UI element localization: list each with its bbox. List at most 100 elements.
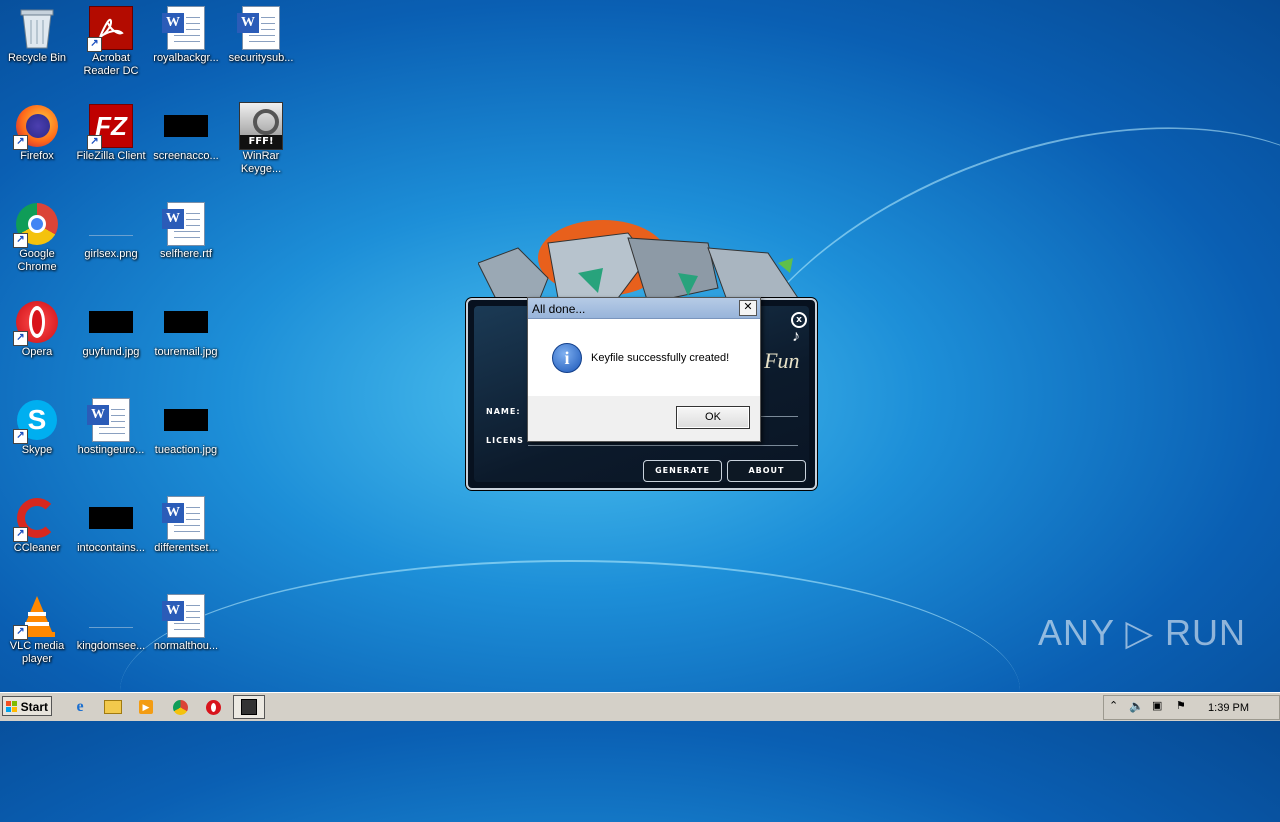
- action-center-flag-icon[interactable]: ⚑: [1176, 699, 1186, 712]
- shortcut-arrow-icon: ↗: [13, 233, 28, 248]
- desktop-icon-label: touremail.jpg: [154, 346, 218, 358]
- word-doc-icon: W: [162, 6, 208, 50]
- image-thumb-icon: [164, 300, 208, 344]
- message-dialog: All done... ✕ i Keyfile successfully cre…: [527, 297, 761, 442]
- image-thumb-icon: [164, 398, 208, 442]
- winrar-keygen-icon: FFF!: [239, 102, 283, 150]
- info-icon: i: [552, 343, 582, 373]
- shortcut-arrow-icon: ↗: [13, 625, 28, 640]
- vlc-icon: ↗: [13, 594, 59, 640]
- dialog-close-button[interactable]: ✕: [739, 300, 757, 316]
- explorer-folder-icon[interactable]: [103, 697, 123, 717]
- shortcut-arrow-icon: ↗: [13, 331, 28, 346]
- dialog-title: All done...: [532, 302, 586, 316]
- desktop-icon-intocontains[interactable]: intocontains...: [74, 490, 148, 555]
- windows-flag-icon: [6, 701, 17, 712]
- ok-button[interactable]: OK: [676, 406, 750, 429]
- desktop-icon-ccleaner[interactable]: ↗ CCleaner: [0, 490, 74, 555]
- desktop-icon-securitysub[interactable]: W securitysub...: [224, 0, 298, 65]
- shortcut-arrow-icon: ↗: [13, 527, 28, 542]
- anyrun-watermark: ANY ▷ RUN: [1038, 612, 1247, 653]
- desktop-icon-label: VLC media player: [9, 640, 65, 665]
- desktop-icon-acrobat[interactable]: ↗ Acrobat Reader DC: [74, 0, 148, 78]
- opera-taskbar-icon[interactable]: [203, 697, 223, 717]
- shortcut-arrow-icon: ↗: [87, 135, 102, 150]
- keygen-name-label: NAME:: [486, 407, 521, 416]
- taskbar: Start e ▶ ⌃ 🔈 ▣ ⚑ 1:39 PM: [0, 692, 1280, 721]
- desktop-icon-tueaction[interactable]: tueaction.jpg: [149, 392, 223, 457]
- volume-icon[interactable]: 🔈: [1129, 699, 1144, 713]
- dialog-titlebar[interactable]: All done... ✕: [528, 298, 760, 319]
- desktop-icon-label: intocontains...: [77, 542, 145, 554]
- desktop-icon-label: Skype: [21, 444, 53, 456]
- media-player-icon[interactable]: ▶: [136, 697, 156, 717]
- music-note-icon[interactable]: ♪: [792, 328, 800, 346]
- keygen-license-field[interactable]: [528, 445, 798, 446]
- word-doc-icon: W: [162, 594, 208, 638]
- system-tray: ⌃ 🔈 ▣ ⚑ 1:39 PM: [1103, 695, 1280, 720]
- desktop-icon-normalthou[interactable]: W normalthou...: [149, 588, 223, 653]
- skype-icon: S ↗: [13, 398, 59, 444]
- network-icon[interactable]: ▣: [1152, 699, 1162, 712]
- ie-icon[interactable]: e: [70, 697, 90, 717]
- desktop-icon-vlc[interactable]: ↗ VLC media player: [0, 588, 74, 666]
- desktop-icon-girlsex[interactable]: girlsex.png: [74, 196, 148, 261]
- word-doc-icon: W: [162, 496, 208, 540]
- desktop-icon-label: Firefox: [20, 150, 54, 162]
- desktop-icon-label: Opera: [21, 346, 53, 358]
- start-button[interactable]: Start: [2, 696, 52, 716]
- dialog-body: i Keyfile successfully created!: [528, 319, 760, 396]
- start-label: Start: [20, 700, 48, 714]
- desktop-icon-label: FileZilla Client: [76, 150, 146, 162]
- desktop-icon-label: kingdomsee...: [76, 640, 146, 652]
- desktop-icon-label: royalbackgr...: [153, 52, 219, 64]
- desktop-icon-royalbackgr[interactable]: W royalbackgr...: [149, 0, 223, 65]
- desktop-icon-filezilla[interactable]: FZ ↗ FileZilla Client: [74, 98, 148, 163]
- about-button[interactable]: ABOUT: [727, 460, 806, 482]
- desktop-icon-skype[interactable]: S ↗ Skype: [0, 392, 74, 457]
- keygen-fun-text: Fun: [764, 348, 800, 373]
- image-thumb-icon: [89, 496, 133, 540]
- desktop-icon-selfhere[interactable]: W selfhere.rtf: [149, 196, 223, 261]
- wallpaper-streak: [120, 560, 1020, 822]
- desktop-icon-winrar-keygen[interactable]: FFF! WinRar Keyge...: [224, 98, 298, 176]
- desktop-icon-label: Google Chrome: [17, 248, 57, 273]
- keygen-banner-art: [477, 218, 808, 308]
- shortcut-arrow-icon: ↗: [13, 429, 28, 444]
- generate-button[interactable]: GENERATE: [643, 460, 722, 482]
- filezilla-icon: FZ ↗: [87, 104, 133, 150]
- show-hidden-icons-icon[interactable]: ⌃: [1109, 699, 1118, 712]
- image-thumb-icon: [89, 202, 133, 246]
- desktop-icon-hostingeuro[interactable]: W hostingeuro...: [74, 392, 148, 457]
- desktop-icon-differentset[interactable]: W differentset...: [149, 490, 223, 555]
- desktop-icon-screenacco[interactable]: screenacco...: [149, 98, 223, 163]
- shortcut-arrow-icon: ↗: [87, 37, 102, 52]
- desktop-icon-opera[interactable]: ↗ Opera: [0, 294, 74, 359]
- keygen-taskbar-button[interactable]: [233, 695, 265, 719]
- dialog-message: Keyfile successfully created!: [591, 352, 730, 364]
- desktop-icon-label: normalthou...: [153, 640, 219, 652]
- opera-icon: ↗: [13, 300, 59, 346]
- desktop-icon-recycle-bin[interactable]: Recycle Bin: [0, 0, 74, 65]
- word-doc-icon: W: [237, 6, 283, 50]
- image-thumb-icon: [89, 300, 133, 344]
- desktop-icon-label: securitysub...: [228, 52, 294, 64]
- desktop-icon-kingdomsee[interactable]: kingdomsee...: [74, 588, 148, 653]
- keygen-close-icon[interactable]: x: [791, 312, 807, 328]
- desktop-icon-touremail[interactable]: touremail.jpg: [149, 294, 223, 359]
- ccleaner-icon: ↗: [13, 496, 59, 542]
- chrome-taskbar-icon[interactable]: [170, 697, 190, 717]
- firefox-icon: ↗: [13, 104, 59, 150]
- desktop-icon-firefox[interactable]: ↗ Firefox: [0, 98, 74, 163]
- clock[interactable]: 1:39 PM: [1208, 702, 1249, 714]
- desktop-icon-guyfund[interactable]: guyfund.jpg: [74, 294, 148, 359]
- recycle-bin-icon: [15, 6, 59, 50]
- word-doc-icon: W: [87, 398, 133, 442]
- desktop-icon-chrome[interactable]: ↗ Google Chrome: [0, 196, 74, 274]
- acrobat-icon: ↗: [87, 6, 133, 52]
- desktop-icon-label: differentset...: [154, 542, 218, 554]
- desktop-icon-label: Recycle Bin: [7, 52, 67, 64]
- desktop-icon-label: screenacco...: [153, 150, 219, 162]
- desktop-icon-label: guyfund.jpg: [82, 346, 140, 358]
- desktop-icon-label: CCleaner: [13, 542, 61, 554]
